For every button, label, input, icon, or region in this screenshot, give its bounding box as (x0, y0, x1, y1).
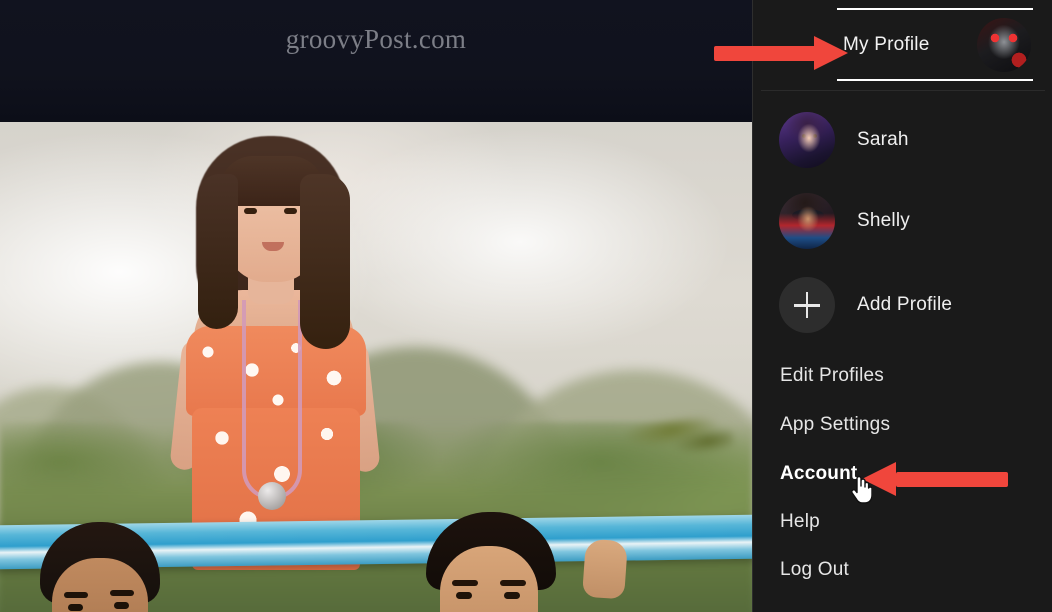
app-header-band (0, 0, 752, 122)
character-girl (140, 130, 400, 570)
boy-right-eye-left (456, 592, 472, 599)
watermark-text: groovyPost.com (285, 24, 467, 54)
menu-item-help[interactable]: Help (780, 511, 820, 533)
app-window: groovyPost.com My Profile Sarah Shelly A… (0, 0, 1052, 612)
boy-right-hand (582, 538, 628, 600)
shelly-avatar-icon (779, 193, 835, 249)
menu-item-app-settings[interactable]: App Settings (780, 414, 890, 436)
boy-left-eye-left (68, 604, 83, 611)
boy-right-brow-right (500, 580, 526, 586)
profile-name-shelly: Shelly (857, 210, 910, 231)
menu-item-account[interactable]: Account (780, 463, 857, 485)
girl-eye-left (244, 208, 257, 214)
arrow-shaft (896, 472, 1008, 487)
pointing-hand-cursor (850, 474, 872, 504)
sarah-avatar-icon (779, 112, 835, 168)
palm-frond (610, 411, 738, 489)
profile-item-shelly[interactable]: Shelly (779, 193, 910, 249)
hero-artwork[interactable] (0, 122, 752, 612)
arrow-head (814, 36, 848, 70)
girl-pendant (258, 482, 286, 510)
annotation-arrow-left (862, 462, 1008, 496)
profile-item-sarah[interactable]: Sarah (779, 112, 909, 168)
panel-divider (761, 90, 1045, 91)
menu-item-log-out[interactable]: Log Out (780, 559, 849, 581)
girl-hair-left (198, 174, 238, 329)
boy-right-eye-right (504, 592, 520, 599)
girl-necklace (242, 300, 302, 500)
my-profile-button[interactable]: My Profile (837, 8, 1033, 81)
annotation-arrow-right (714, 36, 848, 70)
boy-left-eye-right (114, 602, 129, 609)
girl-eye-right (284, 208, 297, 214)
my-profile-label: My Profile (843, 33, 930, 55)
girl-hair-right (300, 174, 350, 349)
boy-right-brow-left (452, 580, 478, 586)
arrow-shaft (714, 46, 818, 61)
boy-left-brow-left (64, 592, 88, 598)
boy-left-brow-right (110, 590, 134, 596)
add-profile-label: Add Profile (857, 294, 953, 315)
character-boy-right (398, 512, 628, 612)
menu-item-edit-profiles[interactable]: Edit Profiles (780, 365, 884, 387)
character-boy-left (14, 522, 214, 612)
antman-helmet-avatar-icon (977, 17, 1031, 72)
add-profile-button[interactable]: Add Profile (779, 277, 952, 333)
profile-menu-panel: My Profile Sarah Shelly Add Profile Edit… (752, 0, 1052, 612)
profile-name-sarah: Sarah (857, 129, 909, 150)
plus-icon (779, 277, 835, 333)
